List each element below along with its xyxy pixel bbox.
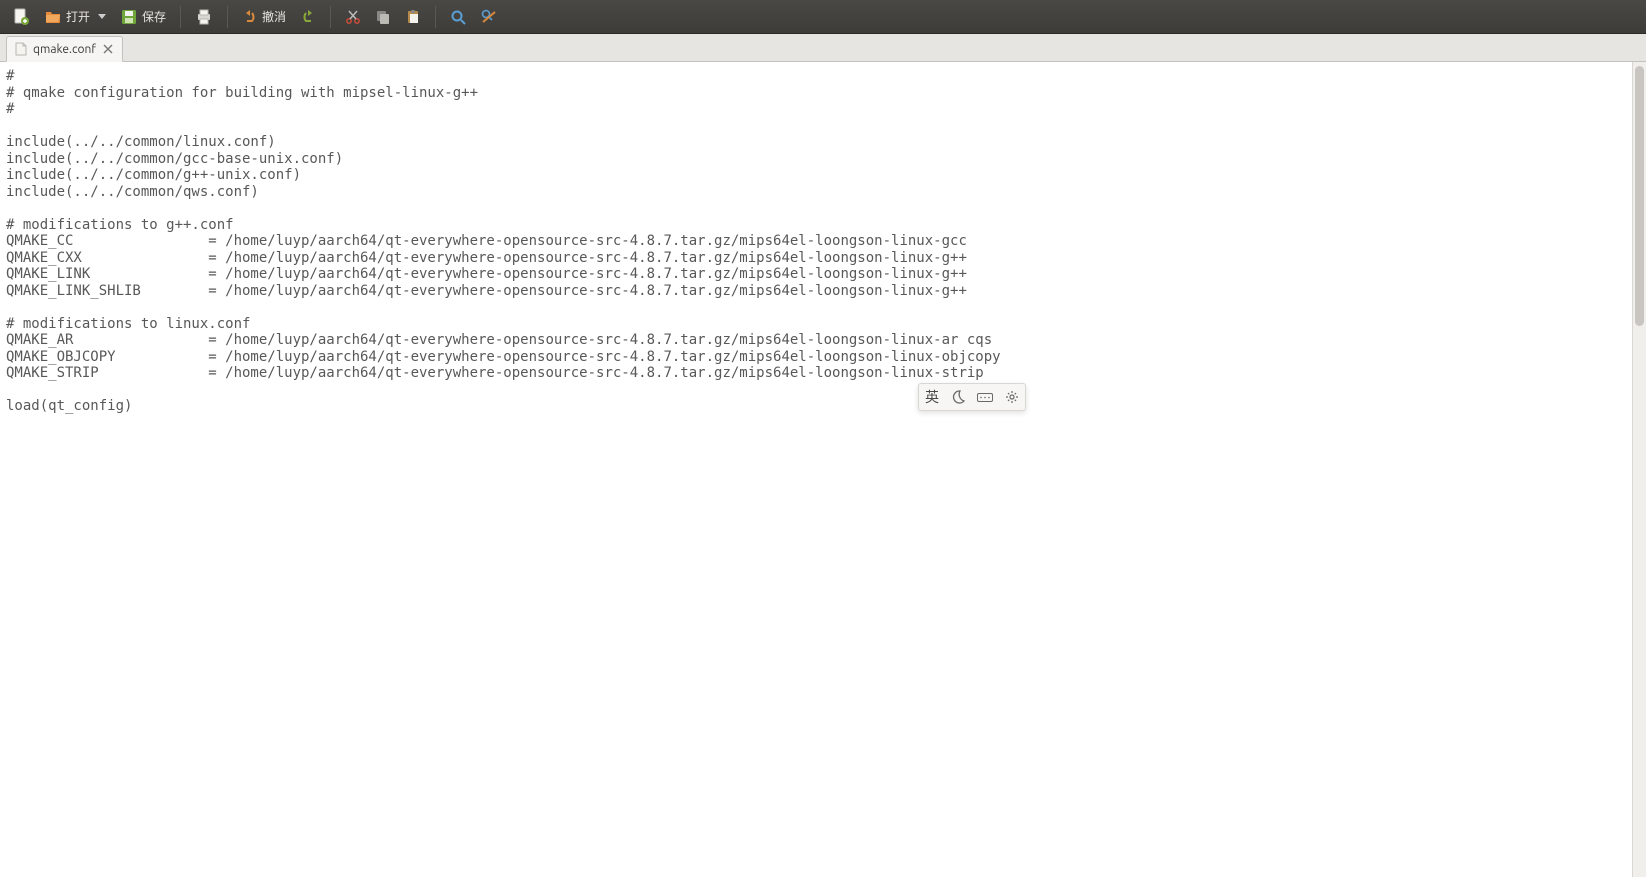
search-button[interactable] bbox=[444, 3, 472, 31]
folder-open-icon bbox=[44, 8, 62, 26]
new-file-button[interactable] bbox=[6, 3, 36, 31]
redo-button[interactable] bbox=[294, 3, 322, 31]
ime-panel[interactable]: 英 bbox=[918, 383, 1026, 411]
undo-button[interactable]: 撤消 bbox=[236, 3, 292, 31]
keyboard-icon[interactable] bbox=[977, 391, 993, 403]
toolbar-separator bbox=[227, 6, 228, 28]
copy-icon bbox=[375, 9, 391, 25]
open-label: 打开 bbox=[66, 8, 90, 25]
paste-icon bbox=[405, 9, 421, 25]
editor-area[interactable]: # # qmake configuration for building wit… bbox=[0, 62, 1646, 877]
gear-icon[interactable] bbox=[1005, 390, 1019, 404]
undo-label: 撤消 bbox=[262, 8, 286, 25]
save-button[interactable]: 保存 bbox=[114, 3, 172, 31]
save-icon bbox=[120, 8, 138, 26]
ime-language-indicator[interactable]: 英 bbox=[925, 387, 939, 407]
find-replace-icon bbox=[480, 8, 498, 26]
print-icon bbox=[195, 8, 213, 26]
file-icon bbox=[15, 42, 27, 56]
toolbar: 打开 保存 bbox=[0, 0, 1646, 34]
tab-label: qmake.conf bbox=[33, 43, 96, 56]
new-file-icon bbox=[12, 8, 30, 26]
toolbar-separator bbox=[330, 6, 331, 28]
moon-icon[interactable] bbox=[951, 390, 965, 404]
copy-button[interactable] bbox=[369, 3, 397, 31]
cut-button[interactable] bbox=[339, 3, 367, 31]
paste-button[interactable] bbox=[399, 3, 427, 31]
close-tab-button[interactable] bbox=[102, 43, 114, 55]
cut-icon bbox=[345, 9, 361, 25]
undo-icon bbox=[242, 9, 258, 25]
toolbar-separator bbox=[180, 6, 181, 28]
toolbar-separator bbox=[435, 6, 436, 28]
redo-icon bbox=[300, 9, 316, 25]
tab-qmake-conf[interactable]: qmake.conf bbox=[6, 36, 123, 62]
scrollbar-thumb[interactable] bbox=[1635, 66, 1644, 326]
chevron-down-icon bbox=[98, 14, 106, 19]
search-icon bbox=[450, 9, 466, 25]
vertical-scrollbar[interactable] bbox=[1632, 62, 1646, 877]
open-button[interactable]: 打开 bbox=[38, 3, 112, 31]
find-replace-button[interactable] bbox=[474, 3, 504, 31]
save-label: 保存 bbox=[142, 8, 166, 25]
print-button[interactable] bbox=[189, 3, 219, 31]
tab-bar: qmake.conf bbox=[0, 34, 1646, 62]
